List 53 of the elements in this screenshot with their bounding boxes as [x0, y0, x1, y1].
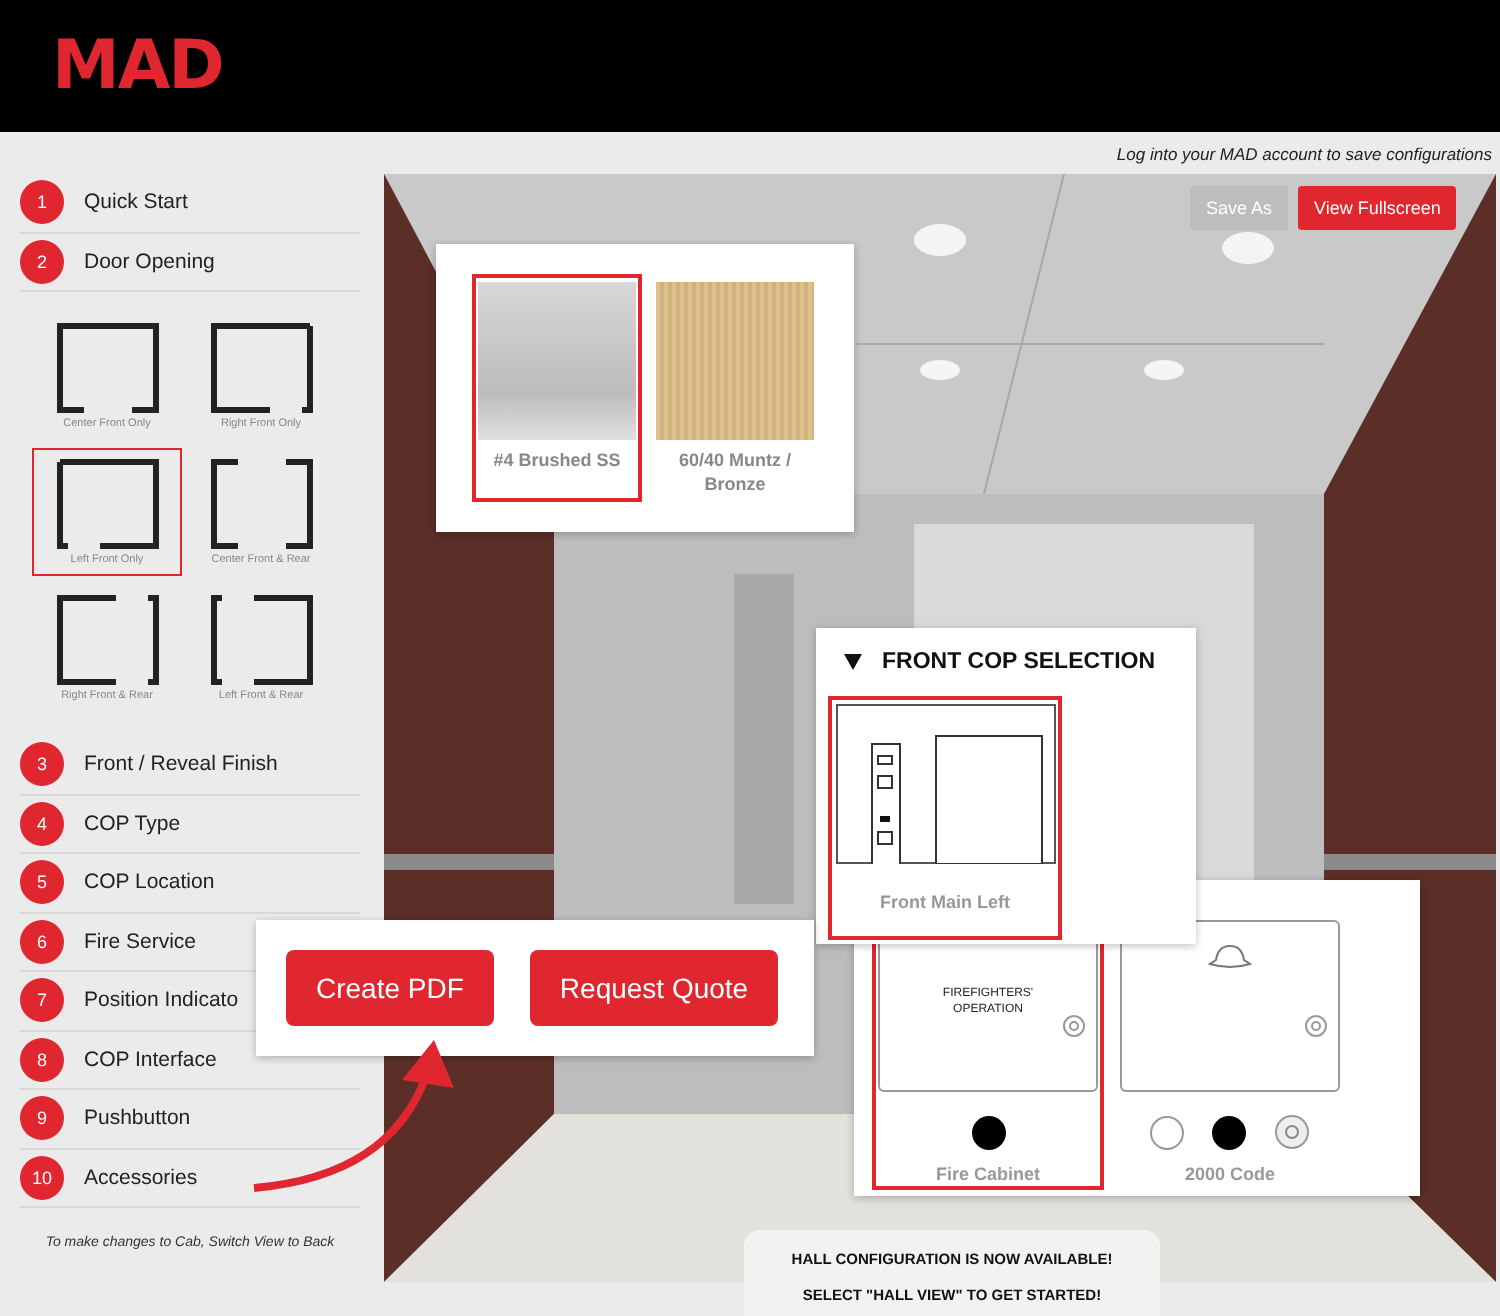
- step-number: 1: [20, 180, 64, 225]
- step-label: Pushbutton: [84, 1106, 191, 1131]
- finish-option[interactable]: 60/40 Muntz / Bronze: [650, 274, 820, 502]
- fire-service-label: 2000 Code: [1184, 1164, 1276, 1184]
- cop-selection-title: FRONT COP SELECTION: [882, 650, 1156, 674]
- keyhole-icon: [1304, 1014, 1328, 1038]
- step-item[interactable]: 2 Door Opening: [20, 233, 360, 292]
- ceiling-light: [1144, 360, 1184, 380]
- step-number: 3: [20, 742, 64, 787]
- step-label: Front / Reveal Finish: [84, 752, 278, 777]
- step-number: 7: [20, 978, 64, 1023]
- step-label: Accessories: [84, 1165, 198, 1190]
- step-number: 9: [20, 1096, 64, 1141]
- keyhole-icon: [1062, 1014, 1086, 1038]
- fire-helmet-icon: [1206, 942, 1254, 970]
- ceiling-light: [914, 224, 966, 256]
- step-label: COP Interface: [84, 1047, 217, 1072]
- logo[interactable]: MAD: [52, 32, 223, 100]
- step-label: Position Indicato: [84, 988, 239, 1013]
- cop-option-label: Front Main Left: [880, 892, 1010, 912]
- pushbutton-icon: [971, 1115, 1005, 1149]
- hollow-pushbutton-icon: [1150, 1115, 1184, 1149]
- step-label: COP Type: [84, 811, 181, 836]
- step-number: 5: [20, 860, 64, 905]
- cop-option[interactable]: Front Main Left: [828, 696, 1062, 940]
- ceiling-light: [920, 360, 960, 380]
- step-label: Door Opening: [84, 249, 215, 274]
- step-number: 2: [20, 239, 64, 284]
- step-label: Quick Start: [84, 190, 188, 215]
- step-item[interactable]: 9 Pushbutton: [20, 1090, 360, 1149]
- step-item[interactable]: 5 COP Location: [20, 854, 360, 913]
- step-label: Fire Service: [84, 929, 197, 954]
- step-number: 8: [20, 1037, 64, 1082]
- login-note: Log into your MAD account to save configurations: [1116, 143, 1492, 163]
- key-switch-icon: [1274, 1114, 1310, 1150]
- action-button[interactable]: Request Quote: [529, 950, 779, 1026]
- viewer-button[interactable]: View Fullscreen: [1298, 186, 1457, 230]
- pushbutton-icon: [1212, 1115, 1246, 1149]
- step-item[interactable]: 4 COP Type: [20, 795, 360, 854]
- caret-icon[interactable]: [844, 654, 862, 670]
- ceiling-light: [1222, 232, 1274, 264]
- step-item[interactable]: 10 Accessories: [20, 1149, 360, 1208]
- finish-label: 60/40 Muntz / Bronze: [676, 450, 793, 497]
- finish-option[interactable]: #4 Brushed SS: [472, 274, 642, 502]
- action-button[interactable]: Create PDF: [286, 950, 494, 1026]
- finish-label: #4 Brushed SS: [493, 450, 621, 474]
- step-label: COP Location: [84, 870, 215, 895]
- step-item[interactable]: 1 Quick Start: [20, 174, 360, 233]
- fire-service-label: Fire Cabinet: [935, 1164, 1040, 1184]
- step-number: 10: [20, 1155, 64, 1200]
- step-number: 4: [20, 801, 64, 846]
- step-number: 6: [20, 919, 64, 964]
- step-item[interactable]: 3 Front / Reveal Finish: [20, 736, 360, 795]
